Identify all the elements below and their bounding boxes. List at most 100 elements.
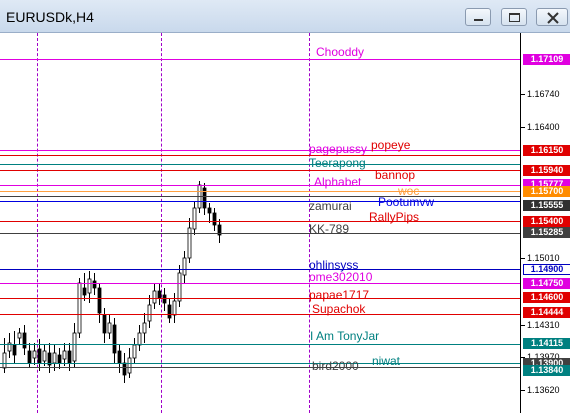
candle-body bbox=[72, 332, 77, 362]
candle-body bbox=[167, 304, 172, 319]
price-box-supachok: 1.14444 bbox=[523, 307, 570, 318]
candle-body bbox=[27, 350, 32, 364]
axis-tick: 1.16740 bbox=[527, 89, 560, 99]
label-papae1717: papae1717 bbox=[309, 288, 370, 302]
line-kk789[interactable] bbox=[0, 233, 520, 234]
candle-body bbox=[117, 350, 122, 364]
line-teerapong[interactable] bbox=[0, 164, 520, 165]
candle-body bbox=[162, 294, 167, 304]
candle-body bbox=[82, 287, 87, 296]
label-bird2000: bird2000 bbox=[312, 359, 359, 373]
axis-tick: 1.16400 bbox=[527, 122, 560, 132]
label-zamurai: zamurai bbox=[309, 199, 352, 213]
line-supachok[interactable] bbox=[0, 314, 520, 315]
candle-body bbox=[87, 278, 92, 294]
candle-body bbox=[147, 304, 152, 322]
candle-body bbox=[152, 290, 157, 304]
line-ohlinsyss[interactable] bbox=[0, 269, 520, 270]
label-tonyjar: I Am TonyJar bbox=[310, 329, 380, 343]
candle-body bbox=[157, 290, 162, 299]
label-popeye: popeye bbox=[371, 138, 411, 152]
candlestick-series bbox=[2, 181, 222, 383]
axis-tick: 1.14310 bbox=[527, 320, 560, 330]
minimize-button[interactable] bbox=[465, 8, 491, 26]
axis-tick: 1.15010 bbox=[527, 253, 560, 263]
axis-tick: 1.13620 bbox=[527, 385, 560, 395]
price-box-kk789: 1.15285 bbox=[523, 227, 570, 238]
label-chooddy: Chooddy bbox=[316, 45, 365, 59]
price-box-woc: 1.15700 bbox=[523, 186, 570, 197]
line-ome302010[interactable] bbox=[0, 283, 520, 284]
candle-body bbox=[97, 287, 102, 314]
minimize-icon bbox=[474, 19, 483, 21]
line-zamurai[interactable] bbox=[0, 196, 520, 197]
line-bird2000[interactable] bbox=[0, 367, 520, 368]
price-box-ome302010: 1.14750 bbox=[523, 278, 570, 289]
candle-body bbox=[122, 362, 127, 376]
label-alphabet: Alphabet bbox=[314, 175, 362, 189]
price-chart[interactable]: Chooddy pagepussy popeye Teerapong banno… bbox=[0, 33, 520, 413]
candle-body bbox=[102, 314, 107, 334]
price-box-zamurai: 1.15555 bbox=[523, 200, 570, 211]
price-box-bannop: 1.15940 bbox=[523, 165, 570, 176]
candle-body bbox=[107, 322, 112, 334]
candle-body bbox=[57, 354, 62, 364]
line-woc[interactable] bbox=[0, 191, 520, 192]
candle-body bbox=[12, 344, 17, 356]
candle-body bbox=[177, 272, 182, 302]
line-niwat[interactable] bbox=[0, 363, 520, 364]
price-box-papae1717: 1.14600 bbox=[523, 292, 570, 303]
price-box-niwat: 1.13840 bbox=[523, 365, 570, 376]
label-niwat: niwat bbox=[372, 354, 401, 368]
price-box-pagepussy: 1.16150 bbox=[523, 145, 570, 156]
label-ome302010: ome302010 bbox=[309, 270, 373, 284]
candle-body bbox=[32, 350, 37, 359]
line-popeye[interactable] bbox=[0, 155, 520, 156]
candle-body bbox=[67, 350, 72, 364]
line-alphabet[interactable] bbox=[0, 185, 520, 186]
label-kk789: KK-789 bbox=[309, 222, 350, 236]
maximize-button[interactable] bbox=[501, 8, 527, 26]
candle-body bbox=[17, 332, 22, 339]
line-pootumvw[interactable] bbox=[0, 201, 520, 202]
price-box-rallypips: 1.15400 bbox=[523, 216, 570, 227]
line-papae1717[interactable] bbox=[0, 298, 520, 299]
axis-tickmark bbox=[521, 127, 525, 128]
candle-body bbox=[132, 344, 137, 359]
window-title: EURUSDk,H4 bbox=[6, 9, 94, 25]
maximize-icon bbox=[509, 13, 520, 22]
candle-body bbox=[77, 282, 82, 334]
candle-body bbox=[127, 357, 132, 374]
line-bannop[interactable] bbox=[0, 170, 520, 171]
line-chooddy[interactable] bbox=[0, 59, 520, 60]
candle-body bbox=[22, 332, 27, 349]
candle-body bbox=[52, 352, 57, 364]
line-tonyjar[interactable] bbox=[0, 344, 520, 345]
axis-tickmark bbox=[521, 390, 525, 391]
label-teerapong: Teerapong bbox=[309, 156, 366, 170]
candle-body bbox=[212, 212, 217, 226]
label-pootumvw: Pootumvw bbox=[378, 195, 435, 209]
label-bannop: bannop bbox=[375, 168, 416, 182]
candle-body bbox=[37, 348, 42, 364]
candle-body bbox=[2, 352, 7, 369]
candle-body bbox=[182, 257, 187, 276]
title-bar[interactable]: EURUSDk,H4 bbox=[0, 0, 570, 33]
label-pagepussy: pagepussy bbox=[309, 142, 368, 156]
candle-body bbox=[42, 350, 47, 362]
axis-tickmark bbox=[521, 325, 525, 326]
candle-body bbox=[192, 207, 197, 230]
axis-tickmark bbox=[521, 94, 525, 95]
price-box-tonyjar: 1.14115 bbox=[523, 338, 570, 349]
candle-body bbox=[172, 300, 177, 316]
candle-body bbox=[112, 324, 117, 354]
line-pagepussy[interactable] bbox=[0, 150, 520, 151]
axis-tickmark bbox=[521, 258, 525, 259]
close-icon bbox=[547, 12, 559, 24]
price-box-ohlinsyss: 1.14900 bbox=[523, 264, 570, 275]
close-button[interactable] bbox=[536, 8, 568, 26]
candle-body bbox=[142, 322, 147, 334]
line-rallypips[interactable] bbox=[0, 221, 520, 222]
price-axis[interactable]: 1.16740 1.16400 1.15010 1.14310 1.13970 … bbox=[520, 33, 570, 413]
candle-body bbox=[207, 207, 212, 214]
